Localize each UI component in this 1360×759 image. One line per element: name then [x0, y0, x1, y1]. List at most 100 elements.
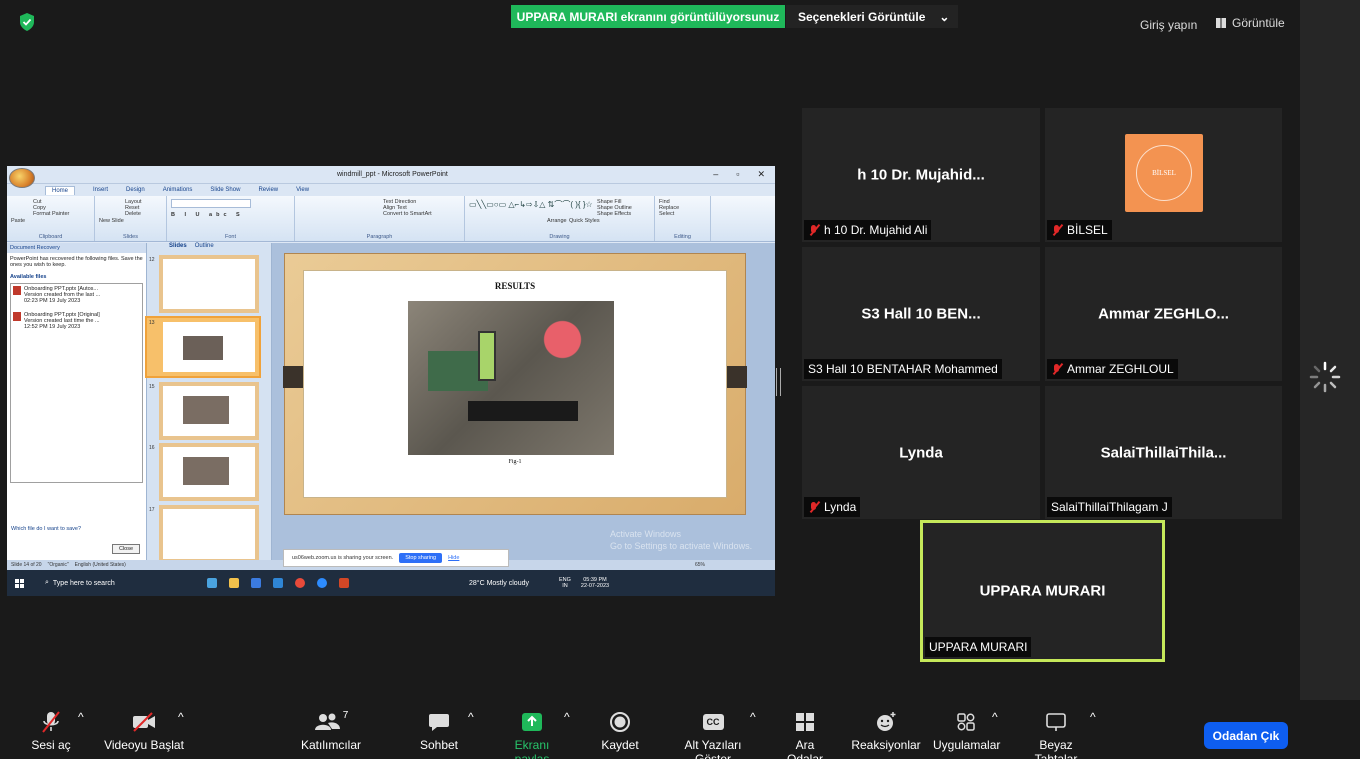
stop-sharing-button: Stop sharing	[399, 553, 443, 563]
ribbon-group-font: B I U abc S Font	[167, 196, 295, 241]
ribbon-tab-slide-show: Slide Show	[210, 187, 241, 193]
lang-indicator: ENG IN	[559, 577, 571, 589]
participant-tile[interactable]: BİLSEL BİLSEL	[1045, 108, 1282, 242]
participant-name-label: Ammar ZEGHLOUL	[1047, 359, 1178, 379]
store-icon	[251, 578, 261, 588]
slides-pane: Slides Outline 12 13 15 16 17	[145, 243, 272, 563]
doc-recovery-close-button: Close	[111, 544, 140, 554]
meeting-toolbar: Sesi aç ^ Videoyu Başlat ^ 7 Katılımcıla…	[0, 700, 1360, 759]
whiteboards-button[interactable]: Beyaz Tahtalar	[1017, 710, 1095, 759]
view-label: Görüntüle	[1232, 16, 1285, 30]
screen-share-banner: UPPARA MURARI ekranını görüntülüyorsunuz	[511, 5, 785, 28]
apps-button[interactable]: Uygulamalar	[933, 710, 1000, 752]
participant-tile[interactable]: Lynda Lynda	[802, 386, 1040, 519]
participant-tile[interactable]: S3 Hall 10 BEN... S3 Hall 10 BENTAHAR Mo…	[802, 247, 1040, 381]
slide-thumbnail: 17	[149, 505, 259, 563]
record-label: Kaydet	[601, 738, 639, 752]
view-options-dropdown[interactable]: Seçenekleri Görüntüle ⌄	[786, 5, 958, 28]
office-button-icon	[9, 168, 35, 188]
ribbon-group-editing: Find Replace Select Editing	[655, 196, 711, 241]
language: English (United States)	[74, 562, 126, 568]
participant-tile[interactable]: Ammar ZEGHLO... Ammar ZEGHLOUL	[1045, 247, 1282, 381]
ribbon-group-clipboard: Paste Cut Copy Format Painter Clipboard	[7, 196, 95, 241]
drawing-group-label: Drawing	[549, 234, 570, 240]
ribbon-tabs: Home Insert Design Animations Slide Show…	[7, 184, 775, 196]
sign-in-link[interactable]: Giriş yapın	[1140, 18, 1197, 32]
participant-display-name: S3 Hall 10 BEN...	[861, 305, 981, 323]
sharing-text: us06web.zoom.us is sharing your screen.	[292, 555, 394, 561]
file-time: 12:52 PM 19 July 2023	[24, 324, 81, 330]
ppt-window-title: windmill_ppt - Microsoft PowerPoint	[337, 171, 448, 178]
doc-recovery-message: PowerPoint has recovered the following f…	[10, 256, 143, 268]
maximize-icon: ▫	[736, 169, 740, 179]
participant-tile[interactable]: h 10 Dr. Mujahid... h 10 Dr. Mujahid Ali	[802, 108, 1040, 242]
quick-styles-label: Quick Styles	[569, 218, 600, 224]
unmute-button[interactable]: Sesi aç	[28, 710, 74, 752]
apps-icon	[957, 713, 975, 731]
captions-button[interactable]: CC Alt Yazıları Göster	[666, 710, 760, 759]
activate-windows-watermark: Activate Windows Go to Settings to activ…	[610, 528, 752, 552]
participant-display-name: UPPARA MURARI	[979, 582, 1106, 600]
participant-display-name: SalaiThillaiThila...	[1100, 444, 1227, 461]
ribbon-tab-review: Review	[258, 187, 279, 193]
breakout-rooms-button[interactable]: Ara Odalar	[776, 710, 834, 759]
delete-label: Delete	[125, 211, 141, 217]
whiteboards-options-caret[interactable]: ^	[1090, 710, 1096, 724]
windows-start-icon	[15, 578, 33, 588]
powerpoint-icon	[339, 578, 349, 588]
leave-meeting-button[interactable]: Odadan Çık	[1204, 722, 1288, 749]
breakout-rooms-icon	[796, 713, 814, 731]
ribbon-tab-design: Design	[126, 187, 145, 193]
thumb-number: 13	[149, 320, 155, 326]
participant-name: h 10 Dr. Mujahid Ali	[824, 223, 928, 237]
ribbon: Paste Cut Copy Format Painter Clipboard …	[7, 196, 775, 242]
participant-name-label: Lynda	[804, 497, 861, 517]
slide-caption: Fig-1	[508, 459, 522, 465]
whiteboard-icon	[1046, 713, 1066, 731]
minimize-icon: –	[713, 169, 719, 179]
captions-options-caret[interactable]: ^	[750, 710, 756, 724]
participant-display-name: h 10 Dr. Mujahid...	[857, 166, 985, 184]
slide-thumbnail: 16	[149, 443, 259, 501]
view-layout-button[interactable]: Görüntüle	[1216, 16, 1285, 30]
start-video-button[interactable]: Videoyu Başlat	[102, 710, 186, 752]
slides-tab: Slides	[169, 243, 187, 249]
chat-button[interactable]: Sohbet	[418, 710, 460, 752]
participants-button[interactable]: 7 Katılımcılar	[298, 710, 364, 752]
participant-name-label: UPPARA MURARI	[925, 637, 1032, 657]
available-files-heading: Available files	[10, 274, 47, 280]
participant-name-label: h 10 Dr. Mujahid Ali	[804, 220, 932, 240]
share-options-caret[interactable]: ^	[564, 710, 570, 724]
reactions-icon	[877, 712, 896, 731]
windmill-circuit-photo	[408, 301, 614, 455]
share-screen-icon	[522, 713, 542, 731]
ribbon-tab-animations: Animations	[162, 187, 193, 193]
clipboard-group-label: Clipboard	[38, 234, 63, 240]
encryption-shield-icon[interactable]	[18, 12, 36, 32]
share-screen-button[interactable]: Ekranı paylaş	[497, 710, 567, 759]
ppt-title-bar: windmill_ppt - Microsoft PowerPoint – ▫ …	[7, 166, 775, 188]
apps-options-caret[interactable]: ^	[992, 710, 998, 724]
edge-icon	[207, 578, 217, 588]
search-icon: ⌕	[45, 579, 49, 586]
pptx-file-icon	[13, 286, 21, 295]
taskbar-apps	[207, 578, 349, 588]
audio-options-caret[interactable]: ^	[78, 710, 84, 724]
ribbon-tab-home: Home	[45, 185, 76, 195]
participant-tile-active-speaker[interactable]: UPPARA MURARI UPPARA MURARI	[920, 520, 1165, 662]
mic-muted-icon	[808, 501, 820, 513]
chat-options-caret[interactable]: ^	[468, 710, 474, 724]
video-options-caret[interactable]: ^	[178, 710, 184, 724]
mic-muted-icon	[42, 711, 60, 733]
format-painter-label: Format Painter	[33, 211, 70, 217]
view-options-label: Seçenekleri Görüntüle	[798, 9, 926, 24]
participant-tile[interactable]: SalaiThillaiThila... SalaiThillaiThilaga…	[1045, 386, 1282, 519]
participant-name: Lynda	[824, 500, 857, 514]
participant-name: Ammar ZEGHLOUL	[1067, 362, 1174, 376]
record-button[interactable]: Kaydet	[598, 710, 642, 752]
participant-name: UPPARA MURARI	[929, 640, 1028, 654]
split-resize-handle[interactable]	[776, 368, 781, 396]
chat-icon	[429, 714, 449, 731]
close-icon: ✕	[757, 169, 765, 179]
reactions-button[interactable]: Reaksiyonlar	[851, 710, 921, 752]
